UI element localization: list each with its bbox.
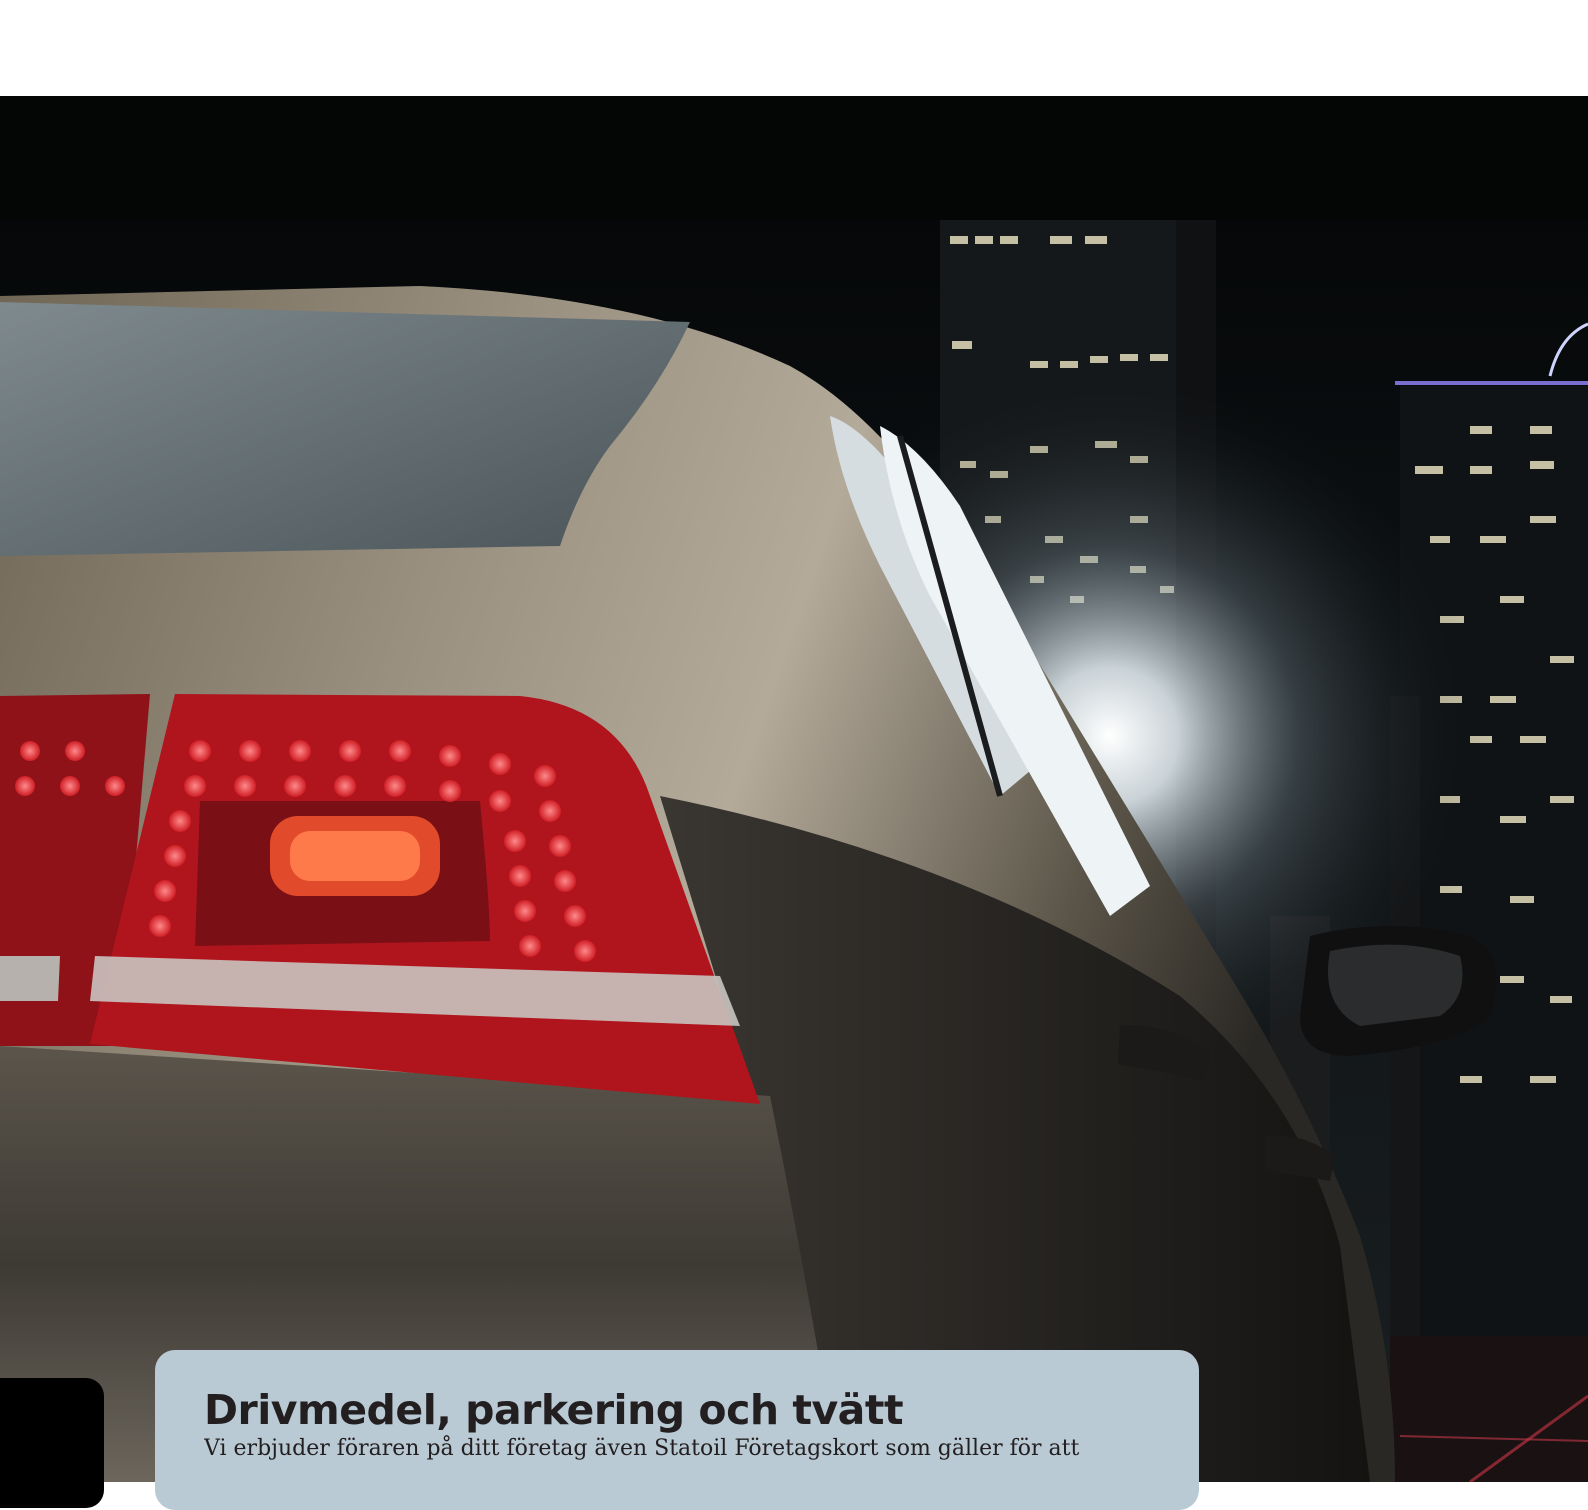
side-tab-block	[0, 1378, 104, 1508]
info-card: Drivmedel, parkering och tvätt Vi erbjud…	[155, 1350, 1199, 1510]
car-night-city-illustration	[0, 96, 1588, 1482]
hero-photo	[0, 96, 1588, 1482]
card-body-text: Vi erbjuder föraren på ditt företag även…	[204, 1436, 1080, 1462]
card-heading: Drivmedel, parkering och tvätt	[204, 1386, 904, 1434]
